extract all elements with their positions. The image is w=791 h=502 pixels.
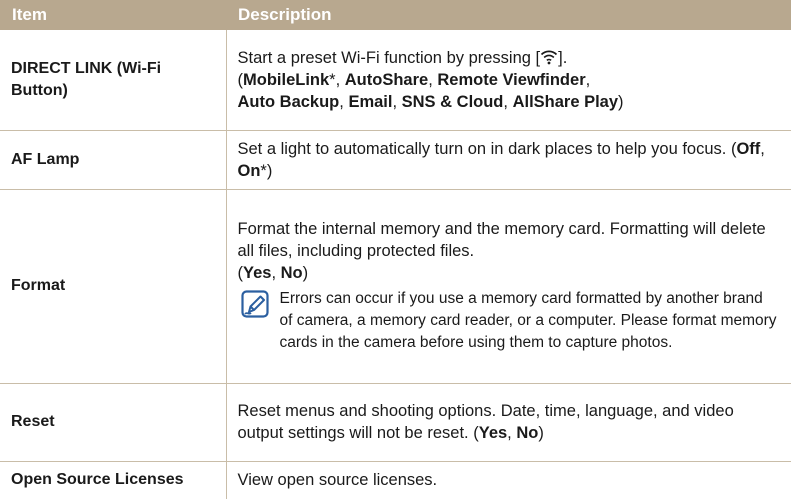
option-yes: Yes xyxy=(478,424,508,442)
option-autoshare: AutoShare xyxy=(344,70,429,89)
table-header-row: Item Description xyxy=(0,0,791,30)
option-email: Email xyxy=(348,92,393,111)
option-mobilelink: MobileLink xyxy=(243,70,330,89)
item-reset: Reset xyxy=(0,383,226,462)
option-allshare-play: AllShare Play xyxy=(512,92,619,111)
separator: , xyxy=(271,264,281,282)
desc-open-source: View open source licenses. xyxy=(225,461,791,499)
settings-table: Item Description DIRECT LINK (Wi-Fi Butt… xyxy=(0,0,791,499)
item-af-lamp: AF Lamp xyxy=(0,130,226,190)
option-no: No xyxy=(516,424,539,442)
paren: ) xyxy=(618,92,624,111)
desc-text: Start a preset Wi-Fi function by pressin… xyxy=(237,48,541,67)
separator: , xyxy=(503,92,513,111)
desc-reset: Reset menus and shooting options. Date, … xyxy=(225,383,791,462)
note-box: Errors can occur if you use a memory car… xyxy=(240,288,781,354)
option-auto-backup: Auto Backup xyxy=(237,92,340,111)
row-direct-link: DIRECT LINK (Wi-Fi Button) Start a prese… xyxy=(0,30,791,131)
separator: , xyxy=(585,70,591,89)
option-no: No xyxy=(280,264,303,282)
header-item: Item xyxy=(0,0,226,30)
note-text: Errors can occur if you use a memory car… xyxy=(279,290,777,351)
header-description: Description xyxy=(226,0,791,30)
separator: , xyxy=(392,92,402,111)
item-direct-link: DIRECT LINK (Wi-Fi Button) xyxy=(0,30,226,131)
desc-text: Format the internal memory and the memor… xyxy=(237,220,766,260)
note-pencil-icon xyxy=(240,290,269,318)
paren: ) xyxy=(266,161,273,180)
item-format: Format xyxy=(0,189,226,384)
separator: , xyxy=(335,70,345,89)
option-off: Off xyxy=(736,139,761,158)
separator: , xyxy=(507,424,517,442)
row-reset: Reset Reset menus and shooting options. … xyxy=(0,383,791,462)
separator: , xyxy=(760,139,765,158)
option-yes: Yes xyxy=(243,264,272,282)
paren: ) xyxy=(538,424,544,442)
desc-direct-link: Start a preset Wi-Fi function by pressin… xyxy=(225,30,791,131)
row-format: Format Format the internal memory and th… xyxy=(0,189,791,384)
item-open-source: Open Source Licenses xyxy=(11,471,184,489)
desc-af-lamp: Set a light to automatically turn on in … xyxy=(225,130,791,190)
wifi-icon xyxy=(541,50,558,65)
separator: , xyxy=(428,70,438,89)
option-sns-cloud: SNS & Cloud xyxy=(401,92,504,111)
option-remote-viewfinder: Remote Viewfinder xyxy=(437,70,586,89)
row-af-lamp: AF Lamp Set a light to automatically tur… xyxy=(0,130,791,190)
desc-text: Set a light to automatically turn on in … xyxy=(237,139,737,158)
desc-text: ]. xyxy=(558,48,568,67)
row-open-source: Open Source Licenses View open source li… xyxy=(0,461,791,499)
desc-format: Format the internal memory and the memor… xyxy=(225,189,791,384)
option-on: On xyxy=(237,161,261,180)
paren: ) xyxy=(302,264,309,282)
